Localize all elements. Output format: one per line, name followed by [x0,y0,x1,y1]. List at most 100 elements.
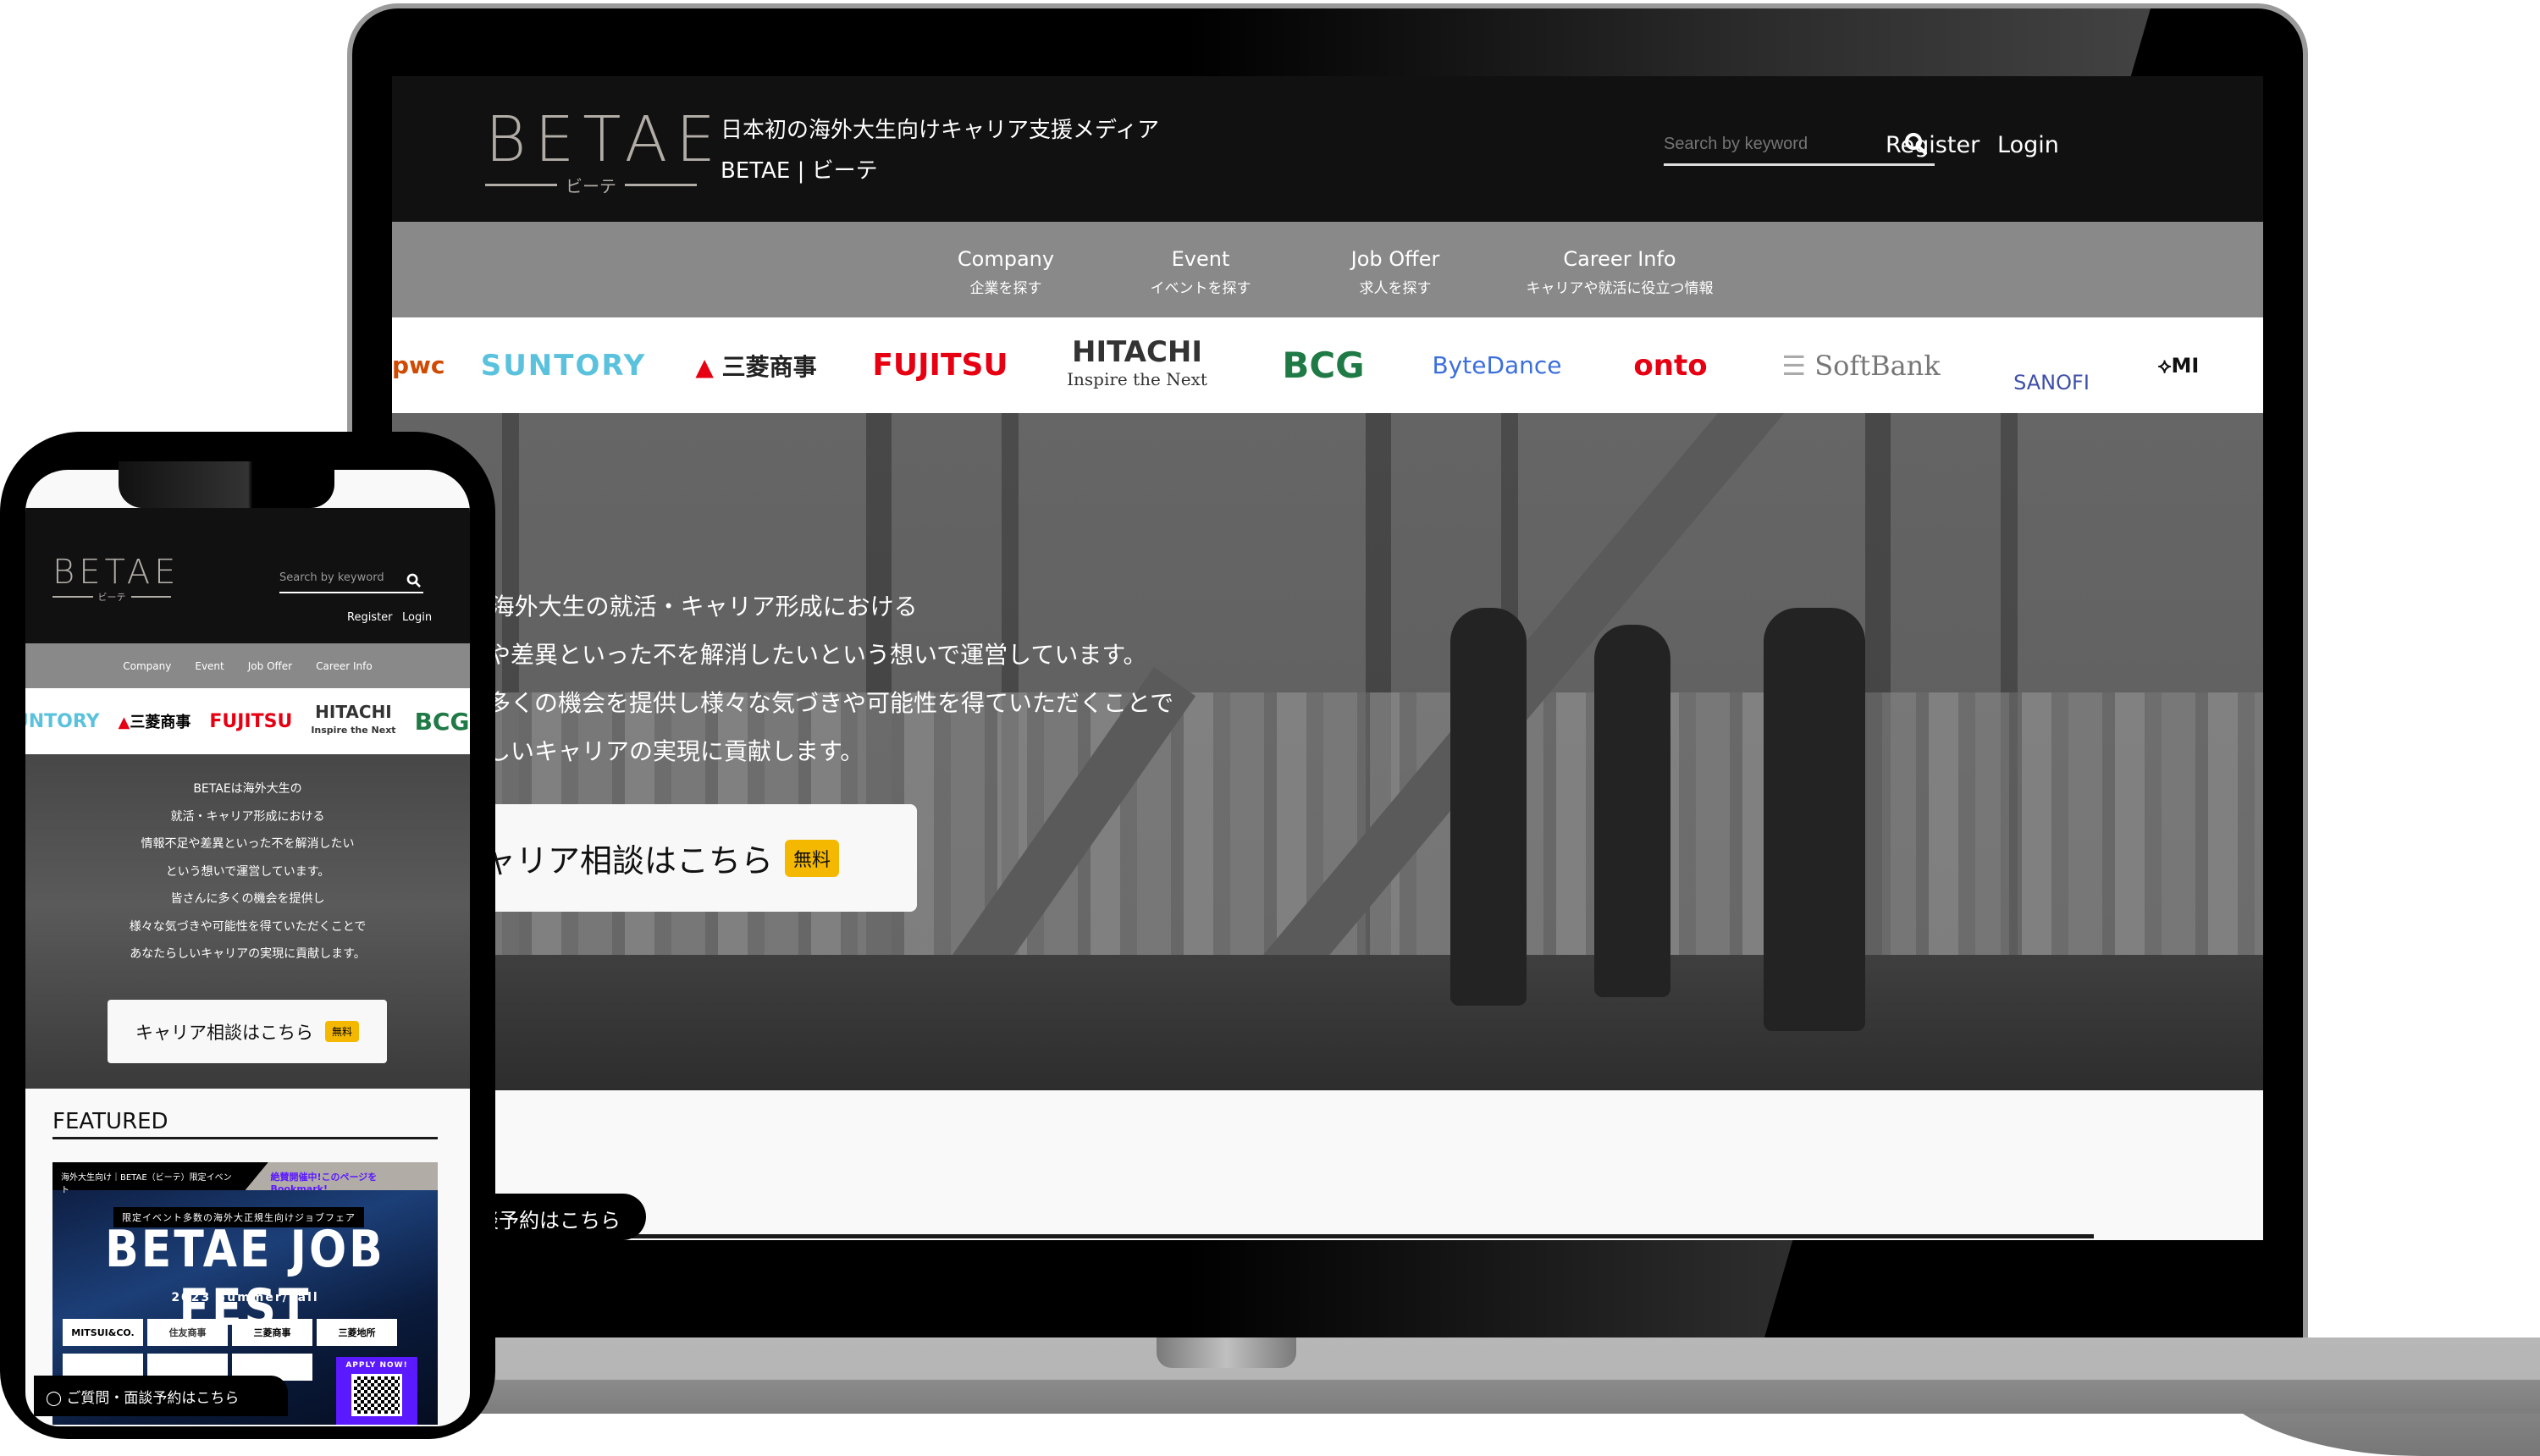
logo-sub-text: ビーテ [97,592,126,603]
logo-subtext: Inspire the Next [311,725,396,736]
silhouette-person [1594,625,1670,997]
chat-label: ご質問・面談予約はこちら [66,1390,240,1407]
login-link[interactable]: Login [1997,132,2059,158]
logo-text: HITACHI [315,702,392,722]
hero-line: 皆さんに多くの機会を提供し様々な気づきや可能性を得ていただくことで [392,689,1174,717]
three-diamonds-icon: ▲ [118,714,130,731]
mobile-nav-event[interactable]: Event [195,660,224,672]
free-badge: 無料 [324,1021,359,1042]
nav-label: Career Info [1563,247,1676,271]
mobile-login-link[interactable]: Login [402,611,432,624]
register-link[interactable]: Register [1886,132,1980,158]
search-icon[interactable] [406,573,422,588]
site-header: BETAE ビーテ 日本初の海外大生向けキャリア支援メディア BETAE | ビ… [392,76,2263,222]
hero-line: という想いで運営しています。 [165,864,330,879]
featured-divider [52,1137,438,1139]
card-top-right: 絶賛開催中!このページをBookmark! [245,1162,438,1190]
partner-logo-fujitsu[interactable]: FUJITSU [209,711,292,732]
mobile-career-consult-button[interactable]: キャリア相談はこちら 無料 [108,1000,387,1063]
sponsor-logo: 三菱商事 [232,1319,312,1346]
silhouette-person [1450,608,1527,1006]
mobile-search-box[interactable]: Search by keyword [279,571,423,593]
logo-text: onto [1633,348,1708,383]
logo-text: 三菱商事 [130,714,191,731]
apply-now-badge[interactable]: APPLY NOW! [336,1357,417,1425]
nav-company[interactable]: Company 企業を探す [908,222,1103,317]
nav-label: Job Offer [1350,247,1440,271]
nav-sublabel: 企業を探す [969,280,1042,297]
partner-logo-mitsubishi-corp[interactable]: ▲三菱商事 [119,710,191,732]
hero-line: 様々な気づきや可能性を得ていただくことで [129,919,367,934]
partner-logo-carousel: pwc SUNTORY ▲ 三菱商事 FUJITSU HITACHI Inspir… [392,317,2263,413]
card-season: 2023 Summer/Fall [171,1291,319,1304]
nav-event[interactable]: Event イベントを探す [1103,222,1298,317]
partner-logo-mitsui[interactable]: ⟡MI [2136,354,2221,378]
qr-code-icon [351,1374,402,1416]
logo-text: SUNTORY [480,348,647,383]
cta-label: キャリア相談はこちら [451,842,774,880]
logo-wordmark: BETAE [52,553,180,592]
partner-logo-hitachi[interactable]: HITACHI Inspire the Next [311,702,396,738]
search-placeholder: Search by keyword [279,571,384,584]
partner-logo-suntory[interactable]: SUNTORY [460,349,667,383]
betae-logo[interactable]: BETAE ビーテ [485,103,725,196]
logo-text: MI [2171,353,2200,378]
mitsui-emblem-icon: ⟡ [2157,353,2172,378]
mobile-betae-logo[interactable]: BETAE ビーテ [52,553,180,604]
mobile-nav-career-info[interactable]: Career Info [316,660,373,672]
hero-line: BETAEは海外大生の [193,782,302,796]
logo-text: 三菱商事 [721,352,817,381]
tagline-line2: BETAE | ビーテ [721,158,878,184]
partner-logo-hitachi[interactable]: HITACHI Inspire the Next [1035,338,1239,393]
partner-logo-bcg[interactable]: BCG [1239,345,1408,386]
partner-logo-suntory[interactable]: SUNTORY [25,711,100,732]
partner-logo-sanofi[interactable]: SANOFI [1967,337,2136,394]
logo-wordmark: BETAE [485,103,725,176]
hero-line: 情報不足や差異といった不を解消したいという想いで運営しています。 [392,641,1147,669]
hero-line: あなたらしいキャリアの実現に貢献します。 [130,947,366,961]
mobile-header: BETAE ビーテ Search by keyword Register Log… [25,508,470,643]
sponsor-logo: MITSUI&CO. [63,1319,143,1346]
mobile-register-link[interactable]: Register [347,611,393,624]
logo-text: SoftBank [1814,349,1941,382]
logo-text: ByteDance [1432,351,1562,379]
partner-logo-softbank[interactable]: ☰ SoftBank [1755,350,1967,382]
laptop-base [373,1337,2540,1414]
mobile-partner-logos: SUNTORY ▲三菱商事 FUJITSU HITACHI Inspire the… [25,688,470,754]
partner-logo-bcg[interactable]: BCG [415,708,470,736]
mobile-nav-company[interactable]: Company [123,660,171,672]
hero-line: 就活・キャリア形成における [170,809,325,824]
logo-text: SANOFI [2013,370,2090,394]
mobile-nav-job-offer[interactable]: Job Offer [248,660,292,672]
logo-text: FUJITSU [872,348,1008,383]
partner-logo-pwc[interactable]: pwc [392,351,460,379]
main-nav: Company 企業を探す Event イベントを探す Job Offer 求人を探す… [392,222,2263,317]
sponsor-logo: 住友商事 [147,1319,228,1346]
nav-label: Company [957,247,1055,271]
mobile-chat-consult-button[interactable]: ◯ ご質問・面談予約はこちら [34,1376,288,1416]
nav-sublabel: キャリアや就活に役立つ情報 [1526,280,1714,297]
tagline-line1: 日本初の海外大生向けキャリア支援メディア [721,118,1160,143]
nav-job-offer[interactable]: Job Offer 求人を探す [1298,222,1493,317]
apply-label: APPLY NOW! [345,1361,408,1370]
logo-text: pwc [392,351,445,379]
partner-logo-mitsubishi-corp[interactable]: ▲ 三菱商事 [667,349,845,383]
hero-description: BETAEは海外大生の就活・キャリア形成における 情報不足や差異といった不を解消… [392,582,1173,775]
site-tagline: 日本初の海外大生向けキャリア支援メディア BETAE | ビーテ [721,110,1159,191]
desktop-website: BETAE ビーテ 日本初の海外大生向けキャリア支援メディア BETAE | ビ… [392,76,2263,1240]
card-top-bar: 海外大生向け｜BETAE（ビーテ）限定イベント 絶賛開催中!このページをBook… [52,1162,438,1195]
partner-logo-onto[interactable]: onto [1586,349,1755,383]
nav-career-info[interactable]: Career Info キャリアや就活に役立つ情報 [1493,222,1747,317]
mobile-nav: Company Event Job Offer Career Info [25,643,470,688]
three-diamonds-icon: ▲ [695,352,722,381]
search-input[interactable] [1664,127,1884,161]
free-badge: 無料 [785,839,840,877]
logo-subtitle: ビーテ [52,590,171,604]
phone-notch [119,461,334,508]
partner-logo-fujitsu[interactable]: FUJITSU [845,348,1035,383]
nav-sublabel: イベントを探す [1150,280,1251,297]
logo-subtitle: ビーテ [485,173,697,197]
logo-subtext: Inspire the Next [1067,368,1207,389]
partner-logo-bytedance[interactable]: ByteDance [1408,351,1586,379]
mobile-hero-description: BETAEは海外大生の 就活・キャリア形成における 情報不足や差異といった不を解… [25,775,470,968]
